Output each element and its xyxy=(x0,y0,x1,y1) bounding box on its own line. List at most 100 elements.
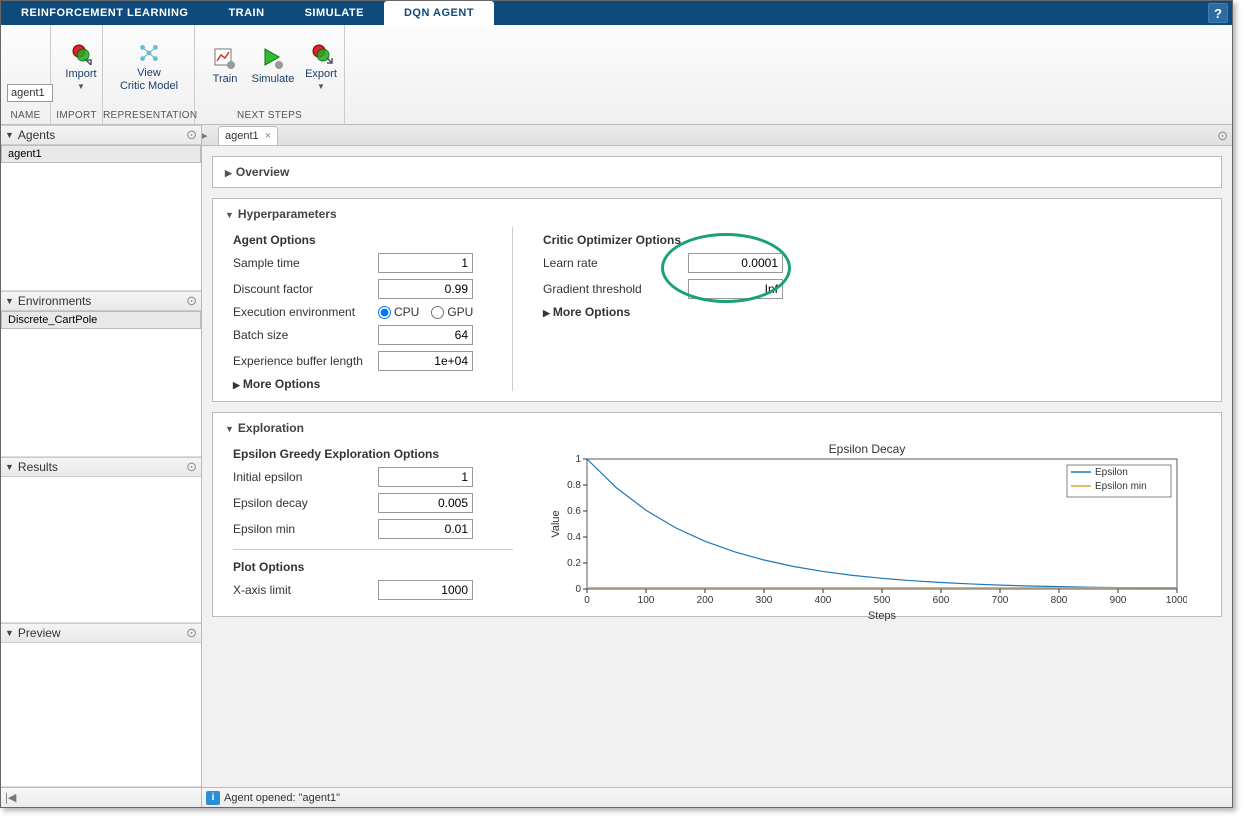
gear-icon[interactable]: ⊙ xyxy=(186,459,197,475)
xaxis-limit-label: X-axis limit xyxy=(233,583,378,597)
gradient-threshold-label: Gradient threshold xyxy=(543,282,688,296)
sample-time-label: Sample time xyxy=(233,256,378,270)
initial-epsilon-input[interactable] xyxy=(378,467,473,487)
results-panel-header[interactable]: ▼ Results ⊙ xyxy=(1,457,201,477)
gradient-threshold-input[interactable] xyxy=(688,279,783,299)
agents-panel-header[interactable]: ▼ Agents ⊙ xyxy=(1,125,201,145)
network-icon xyxy=(137,41,161,65)
group-label-nextsteps: NEXT STEPS xyxy=(195,108,344,124)
chevron-down-icon: ▼ xyxy=(5,462,14,472)
xaxis-limit-input[interactable] xyxy=(378,580,473,600)
document-tab-bar: ▸ agent1 × ⊙ xyxy=(202,125,1232,146)
gpu-radio[interactable]: GPU xyxy=(431,305,473,319)
ribbon-tab-bar: REINFORCEMENT LEARNING TRAIN SIMULATE DQ… xyxy=(1,1,1232,25)
exploration-toggle[interactable]: ▼Exploration xyxy=(225,421,1209,435)
svg-text:0: 0 xyxy=(575,584,581,595)
gear-icon[interactable]: ⊙ xyxy=(186,293,197,309)
group-label-representation: REPRESENTATION xyxy=(103,108,194,124)
svg-text:Value: Value xyxy=(550,510,562,537)
batch-size-input[interactable] xyxy=(378,325,473,345)
critic-options-heading: Critic Optimizer Options xyxy=(543,233,823,247)
agent-options-heading: Agent Options xyxy=(233,233,492,247)
view-critic-model-button[interactable]: ViewCritic Model xyxy=(109,39,189,95)
buffer-length-input[interactable] xyxy=(378,351,473,371)
svg-text:100: 100 xyxy=(638,595,655,606)
chevron-down-icon: ▼ xyxy=(225,424,234,434)
agent-more-options[interactable]: ▶More Options xyxy=(233,377,492,391)
epsilon-options-heading: Epsilon Greedy Exploration Options xyxy=(233,447,513,461)
chevron-right-icon: ▶ xyxy=(225,168,232,178)
nav-prev-icon[interactable]: |◀ xyxy=(5,791,16,804)
hyperparameters-section: ▼Hyperparameters Agent Options Sample ti… xyxy=(212,198,1222,402)
import-icon xyxy=(69,42,93,66)
tab-dqn-agent[interactable]: DQN AGENT xyxy=(384,1,494,25)
chevron-down-icon: ▼ xyxy=(5,296,14,306)
doc-tab-agent1[interactable]: agent1 × xyxy=(218,126,278,145)
chevron-down-icon: ▼ xyxy=(5,628,14,638)
learn-rate-input[interactable] xyxy=(688,253,783,273)
svg-text:0: 0 xyxy=(584,595,590,606)
discount-factor-label: Discount factor xyxy=(233,282,378,296)
exploration-section: ▼Exploration Epsilon Greedy Exploration … xyxy=(212,412,1222,617)
hyperparameters-toggle[interactable]: ▼Hyperparameters xyxy=(225,207,1209,221)
svg-text:900: 900 xyxy=(1110,595,1127,606)
epsilon-decay-label: Epsilon decay xyxy=(233,496,378,510)
svg-text:600: 600 xyxy=(933,595,950,606)
list-item-env[interactable]: Discrete_CartPole xyxy=(1,311,201,329)
svg-text:1: 1 xyxy=(575,454,581,465)
group-label-name: NAME xyxy=(1,108,50,124)
svg-text:500: 500 xyxy=(874,595,891,606)
status-bar: |◀ i Agent opened: "agent1" xyxy=(1,787,1232,807)
epsilon-min-label: Epsilon min xyxy=(233,522,378,536)
tab-simulate[interactable]: SIMULATE xyxy=(285,1,384,25)
agent-name-field[interactable] xyxy=(7,84,53,102)
gear-icon[interactable]: ⊙ xyxy=(1217,128,1228,144)
svg-text:0.2: 0.2 xyxy=(567,558,581,569)
gear-icon[interactable]: ⊙ xyxy=(186,625,197,641)
svg-text:200: 200 xyxy=(697,595,714,606)
export-icon xyxy=(309,42,333,66)
train-icon xyxy=(213,47,237,71)
critic-more-options[interactable]: ▶More Options xyxy=(543,305,823,319)
cpu-radio[interactable]: CPU xyxy=(378,305,419,319)
toolstrip: NAME Import ▼ IMPORT ViewC xyxy=(1,25,1232,125)
learn-rate-label: Learn rate xyxy=(543,256,688,270)
group-label-import: IMPORT xyxy=(51,108,102,124)
import-button[interactable]: Import ▼ xyxy=(57,40,105,93)
overview-toggle[interactable]: ▶Overview xyxy=(225,165,1209,179)
epsilon-decay-chart: Epsilon Decay00.20.40.60.810100200300400… xyxy=(547,441,1187,606)
epsilon-decay-input[interactable] xyxy=(378,493,473,513)
svg-text:Epsilon: Epsilon xyxy=(1095,467,1128,478)
chevron-down-icon: ▼ xyxy=(5,130,14,140)
chevron-down-icon: ▼ xyxy=(225,210,234,220)
chevron-right-icon: ▶ xyxy=(233,380,240,390)
svg-text:300: 300 xyxy=(756,595,773,606)
info-icon: i xyxy=(206,791,220,805)
close-icon[interactable]: × xyxy=(265,130,271,142)
discount-factor-input[interactable] xyxy=(378,279,473,299)
preview-panel-header[interactable]: ▼ Preview ⊙ xyxy=(1,623,201,643)
help-button[interactable]: ? xyxy=(1208,3,1228,23)
initial-epsilon-label: Initial epsilon xyxy=(233,470,378,484)
svg-text:700: 700 xyxy=(992,595,1009,606)
sample-time-input[interactable] xyxy=(378,253,473,273)
epsilon-min-input[interactable] xyxy=(378,519,473,539)
plot-options-heading: Plot Options xyxy=(233,560,513,574)
svg-text:1000: 1000 xyxy=(1166,595,1187,606)
list-item-agent1[interactable]: agent1 xyxy=(1,145,201,163)
overview-section: ▶Overview xyxy=(212,156,1222,188)
train-button[interactable]: Train xyxy=(201,45,249,88)
dropdown-icon: ▼ xyxy=(77,82,85,91)
svg-text:0.6: 0.6 xyxy=(567,506,581,517)
svg-text:0.8: 0.8 xyxy=(567,480,581,491)
tab-reinforcement-learning[interactable]: REINFORCEMENT LEARNING xyxy=(1,1,208,25)
gear-icon[interactable]: ⊙ xyxy=(186,127,197,143)
export-button[interactable]: Export ▼ xyxy=(297,40,345,93)
svg-text:Epsilon Decay: Epsilon Decay xyxy=(829,442,906,456)
tab-train[interactable]: TRAIN xyxy=(208,1,284,25)
simulate-button[interactable]: Simulate xyxy=(249,45,297,88)
dropdown-icon: ▼ xyxy=(317,82,325,91)
play-icon xyxy=(261,47,285,71)
doc-menu-icon[interactable]: ▸ xyxy=(202,129,214,141)
environments-panel-header[interactable]: ▼ Environments ⊙ xyxy=(1,291,201,311)
